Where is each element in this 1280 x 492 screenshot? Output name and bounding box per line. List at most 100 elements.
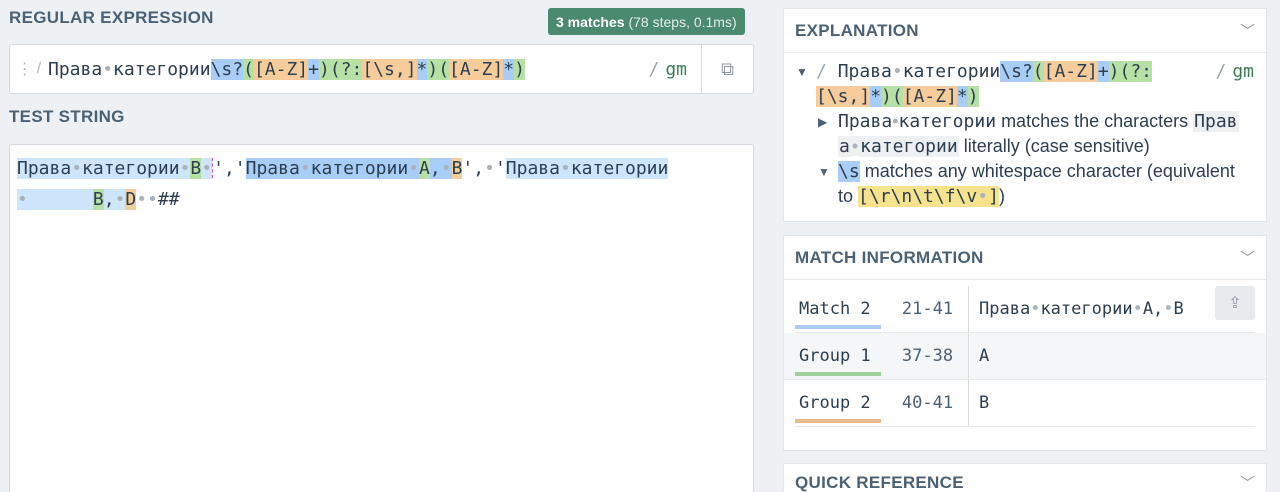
collapse-triangle-icon[interactable]: ▼ (796, 59, 816, 109)
explanation-item2-class-end: ] (988, 186, 999, 207)
regex-literal-2: категории (113, 58, 211, 80)
match-value-a: Права (979, 299, 1031, 319)
explanation-item1-text-a: Права (838, 111, 893, 132)
explanation-pattern-a: Права (837, 61, 892, 82)
regex-token-plus: + (308, 58, 319, 80)
match-2-word-1: Права (245, 158, 300, 179)
regex-input[interactable]: Права•категории\s?([A-Z]+)(?:[\s,]*)([A-… (48, 58, 648, 80)
chevron-down-icon[interactable]: ﹀ (1240, 472, 1255, 492)
regex-noncapture-open: (?: (329, 58, 363, 80)
match-info-row[interactable]: Match 2 21-41 Права•категории•A,•B ⇪ (795, 286, 1255, 333)
match-info-title: MATCH INFORMATION (795, 247, 984, 267)
match-info-panel: MATCH INFORMATION ﹀ Match 2 21-41 Права•… (783, 235, 1267, 451)
match-2-comma: , (429, 158, 441, 179)
explanation-pattern-close: ) (1108, 61, 1120, 82)
explanation-pattern-b: категории (902, 61, 1001, 82)
test-tail: ## (157, 189, 180, 210)
chevron-down-icon[interactable]: ﹀ (1240, 20, 1255, 41)
group-value: A (979, 346, 990, 366)
match-value: Права•категории•A,•B (979, 299, 1184, 319)
explanation-pattern-ws: \s? (1000, 61, 1033, 82)
copy-icon: ⧉ (721, 58, 734, 79)
test-separator-1: ',' (213, 158, 246, 179)
regex-class-2: [\s,] (362, 58, 417, 80)
test-separator-3: ' (494, 158, 506, 179)
explanation-item1-code-a: Прав (1193, 111, 1239, 132)
regex-token-ws: \s? (210, 58, 244, 80)
space-dot-icon: • (102, 58, 114, 80)
quick-reference-title: QUICK REFERENCE (795, 473, 964, 492)
match-value-c: A, (1142, 299, 1164, 319)
chevron-down-icon[interactable]: ﹀ (1240, 247, 1255, 268)
drag-handle-icon[interactable]: ⋮ / (10, 45, 48, 93)
regex-group-open: ( (243, 58, 254, 80)
match-3-word-1: Права (505, 158, 560, 179)
match-label: Match 2 (799, 299, 871, 319)
match-value-d: B (1173, 299, 1184, 319)
explanation-item-whitespace: ▼ \s matches any whitespace character (e… (796, 159, 1254, 209)
regex-token-star-2: * (503, 58, 515, 80)
quick-reference-header[interactable]: QUICK REFERENCE ﹀ (784, 464, 1266, 492)
match-3-group-2: D (125, 189, 137, 210)
regex-input-box[interactable]: ⋮ / Права•категории\s?([A-Z]+)(?:[\s,]*)(… (9, 44, 754, 94)
explanation-pattern-class2: [\s,] (816, 86, 871, 107)
collapse-triangle-icon[interactable]: ▼ (818, 159, 838, 209)
match-range: 21-41 (887, 286, 969, 332)
share-button[interactable]: ⇪ (1215, 286, 1255, 320)
regex-class-3: [A-Z] (449, 58, 504, 80)
regex-flags[interactable]: / gm (648, 59, 687, 80)
explanation-title: EXPLANATION (795, 20, 919, 40)
regex-literal-1: Права (48, 58, 103, 80)
regex-open-slash: / (36, 60, 42, 77)
group-info-row[interactable]: Group 2 40-41 B (795, 380, 1255, 427)
explanation-item1-code-b: а (838, 136, 851, 157)
match-3-comma: , (103, 189, 115, 210)
explanation-pattern-class1: [A-Z] (1043, 61, 1098, 82)
explanation-pattern-nc: (?: (1119, 61, 1153, 82)
match-1-word-1: Права (17, 158, 72, 179)
explanation-pattern: / Права•категории\s?([A-Z]+)(?: [\s,]*)([… (816, 61, 1153, 107)
match-1-word-2: категории (82, 158, 180, 179)
explanation-pattern-open2: ( (891, 86, 903, 107)
group-range: 37-38 (887, 333, 969, 379)
explanation-item1-text-b: категории (898, 111, 997, 132)
match-2-word-2: категории (310, 158, 409, 179)
regex-token-star: * (416, 58, 428, 80)
matches-count: 3 matches (556, 13, 625, 30)
explanation-flags-value: gm (1232, 61, 1254, 82)
regex-section-label: REGULAR EXPRESSION (9, 8, 214, 27)
match-1-group-1: B (190, 158, 202, 179)
regex-flags-slash: / (648, 58, 660, 80)
match-1: Права•категории•B• (17, 158, 213, 179)
match-2-group-1: A (419, 158, 430, 179)
explanation-item2-class-body: [\r\n\t\f\v (858, 186, 978, 207)
copy-button[interactable]: ⧉ (701, 45, 753, 93)
regex-flags-value: gm (665, 58, 687, 80)
explanation-pattern-star: * (870, 86, 882, 107)
share-icon: ⇪ (1228, 295, 1242, 312)
group-color-bar (795, 419, 881, 423)
group-info-row[interactable]: Group 1 37-38 A (784, 333, 1266, 380)
explanation-header[interactable]: EXPLANATION ﹀ (784, 9, 1266, 53)
explanation-pattern-star2: * (956, 86, 968, 107)
group-value: B (979, 393, 990, 413)
explanation-root: ▼ / Права•категории\s?([A-Z]+)(?: [\s,]*)… (796, 59, 1254, 109)
expand-triangle-icon[interactable]: ▶ (818, 109, 838, 159)
explanation-item2-close: ) (998, 186, 1005, 206)
explanation-pattern-close3: ) (967, 86, 979, 107)
explanation-pattern-plus: + (1097, 61, 1109, 82)
quick-reference-panel: QUICK REFERENCE ﹀ (783, 463, 1267, 492)
match-info-header[interactable]: MATCH INFORMATION ﹀ (784, 236, 1266, 280)
explanation-item2-code: \s (838, 161, 860, 182)
explanation-item1-middle: matches the characters (1001, 111, 1189, 131)
regex-noncapture-close: ) (427, 58, 439, 80)
explanation-flags-slash: / (1215, 61, 1227, 82)
regex-group2-close: ) (514, 58, 525, 80)
test-section-label: TEST STRING (9, 107, 125, 126)
explanation-pattern-open: ( (1032, 61, 1044, 82)
test-string-text[interactable]: Права•категории•B•','Права•категории•A,•… (17, 153, 746, 215)
explanation-pattern-class3: [A-Z] (902, 86, 957, 107)
explanation-item-literal: ▶ Права•категории matches the characters… (818, 109, 1239, 159)
test-string-editor[interactable]: Права•категории•B•','Права•категории•A,•… (9, 144, 754, 492)
explanation-pattern-close2: ) (881, 86, 892, 107)
